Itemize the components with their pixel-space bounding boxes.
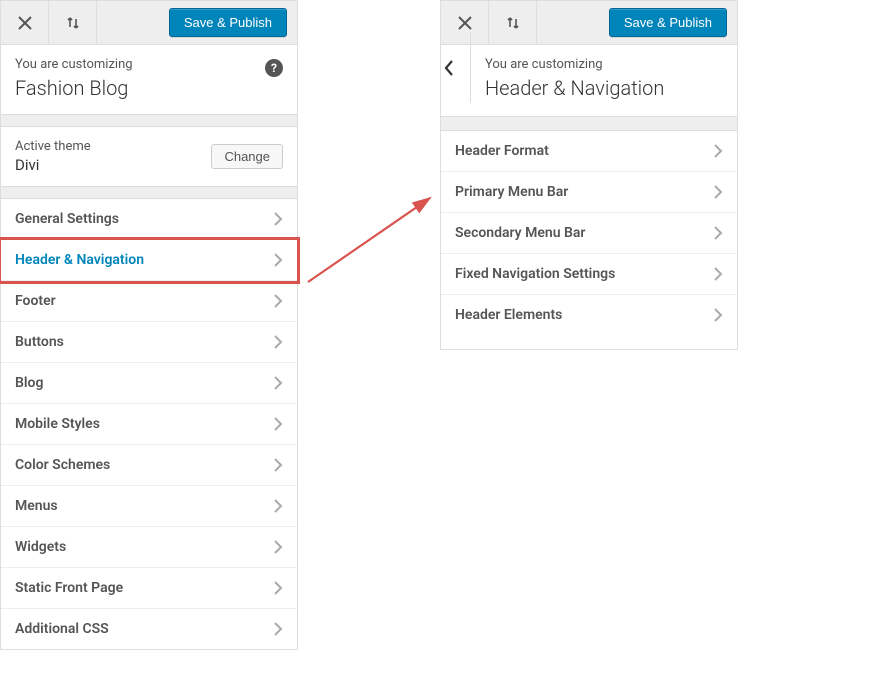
settings-menu: General Settings Header & Navigation Foote… (1, 199, 297, 649)
chevron-right-icon (273, 457, 283, 473)
sort-icon (65, 15, 81, 31)
active-theme-row: Active theme Divi Change (1, 127, 297, 187)
customizer-panel-header-nav: Save & Publish You are customizing Heade… (440, 0, 738, 350)
menu-item-label: Footer (15, 293, 273, 309)
panel-title: Header & Navigation (485, 76, 723, 100)
device-toggle-button[interactable] (49, 1, 97, 45)
section-divider (441, 117, 737, 131)
chevron-right-icon (273, 498, 283, 514)
chevron-right-icon (273, 539, 283, 555)
menu-item-widgets[interactable]: Widgets (1, 527, 297, 568)
menu-item-label: Fixed Navigation Settings (455, 266, 713, 282)
annotation-arrow (302, 188, 442, 288)
save-publish-button[interactable]: Save & Publish (609, 8, 727, 37)
menu-item-label: Secondary Menu Bar (455, 225, 713, 241)
panel-kicker: You are customizing (485, 57, 723, 72)
chevron-right-icon (713, 184, 723, 200)
chevron-right-icon (273, 580, 283, 596)
menu-item-label: Primary Menu Bar (455, 184, 713, 200)
menu-item-blog[interactable]: Blog (1, 363, 297, 404)
settings-menu: Header Format Primary Menu Bar Secondary M… (441, 131, 737, 335)
chevron-right-icon (273, 211, 283, 227)
sort-icon (505, 15, 521, 31)
close-button[interactable] (1, 1, 49, 45)
change-theme-button[interactable]: Change (211, 144, 283, 169)
menu-item-label: Buttons (15, 334, 273, 350)
chevron-right-icon (273, 498, 283, 514)
chevron-right-icon (713, 225, 723, 241)
chevron-right-icon (273, 416, 283, 432)
chevron-left-icon (443, 59, 455, 77)
menu-item-label: Additional CSS (15, 621, 273, 637)
back-button[interactable] (427, 33, 471, 103)
chevron-right-icon (273, 252, 283, 268)
menu-item-label: Static Front Page (15, 580, 273, 596)
menu-item-mobile-styles[interactable]: Mobile Styles (1, 404, 297, 445)
menu-item-secondary-menu-bar[interactable]: Secondary Menu Bar (441, 213, 737, 254)
chevron-right-icon (273, 416, 283, 432)
chevron-right-icon (273, 293, 283, 309)
chevron-right-icon (713, 266, 723, 282)
panel-title: Fashion Blog (15, 76, 265, 100)
chevron-right-icon (273, 252, 283, 268)
chevron-right-icon (713, 225, 723, 241)
chevron-right-icon (273, 375, 283, 391)
chevron-right-icon (273, 621, 283, 637)
menu-item-label: Header Format (455, 143, 713, 159)
panel-header: You are customizing Header & Navigation (441, 45, 737, 117)
topbar: Save & Publish (441, 1, 737, 45)
chevron-right-icon (273, 457, 283, 473)
menu-item-label: Header & Navigation (15, 252, 273, 268)
menu-item-menus[interactable]: Menus (1, 486, 297, 527)
chevron-right-icon (273, 539, 283, 555)
chevron-right-icon (273, 621, 283, 637)
close-icon (18, 16, 32, 30)
chevron-right-icon (713, 143, 723, 159)
menu-item-label: Blog (15, 375, 273, 391)
topbar: Save & Publish (1, 1, 297, 45)
chevron-right-icon (273, 211, 283, 227)
chevron-right-icon (713, 307, 723, 323)
chevron-right-icon (713, 143, 723, 159)
chevron-right-icon (713, 266, 723, 282)
menu-item-additional-css[interactable]: Additional CSS (1, 609, 297, 649)
section-divider (1, 187, 297, 199)
panel-header: You are customizing Fashion Blog ? (1, 45, 297, 115)
menu-item-header-elements[interactable]: Header Elements (441, 295, 737, 335)
chevron-right-icon (273, 375, 283, 391)
menu-item-header-navigation[interactable]: Header & Navigation (1, 240, 297, 281)
chevron-right-icon (273, 293, 283, 309)
menu-item-header-format[interactable]: Header Format (441, 131, 737, 172)
chevron-right-icon (713, 184, 723, 200)
menu-item-label: Color Schemes (15, 457, 273, 473)
chevron-right-icon (273, 334, 283, 350)
section-divider (1, 115, 297, 127)
menu-item-primary-menu-bar[interactable]: Primary Menu Bar (441, 172, 737, 213)
help-icon[interactable]: ? (265, 59, 283, 77)
menu-item-footer[interactable]: Footer (1, 281, 297, 322)
menu-item-label: Header Elements (455, 307, 713, 323)
device-toggle-button[interactable] (489, 1, 537, 45)
menu-item-fixed-navigation-settings[interactable]: Fixed Navigation Settings (441, 254, 737, 295)
panel-kicker: You are customizing (15, 57, 265, 72)
menu-item-label: Mobile Styles (15, 416, 273, 432)
chevron-right-icon (273, 334, 283, 350)
menu-item-color-schemes[interactable]: Color Schemes (1, 445, 297, 486)
active-theme-label: Active theme (15, 139, 211, 154)
chevron-right-icon (713, 307, 723, 323)
menu-item-buttons[interactable]: Buttons (1, 322, 297, 363)
chevron-right-icon (273, 580, 283, 596)
close-icon (458, 16, 472, 30)
menu-item-label: General Settings (15, 211, 273, 227)
menu-item-general-settings[interactable]: General Settings (1, 199, 297, 240)
active-theme-name: Divi (15, 156, 211, 174)
menu-item-label: Widgets (15, 539, 273, 555)
save-publish-button[interactable]: Save & Publish (169, 8, 287, 37)
menu-item-label: Menus (15, 498, 273, 514)
menu-item-static-front-page[interactable]: Static Front Page (1, 568, 297, 609)
customizer-panel-root: Save & Publish You are customizing Fashi… (0, 0, 298, 650)
